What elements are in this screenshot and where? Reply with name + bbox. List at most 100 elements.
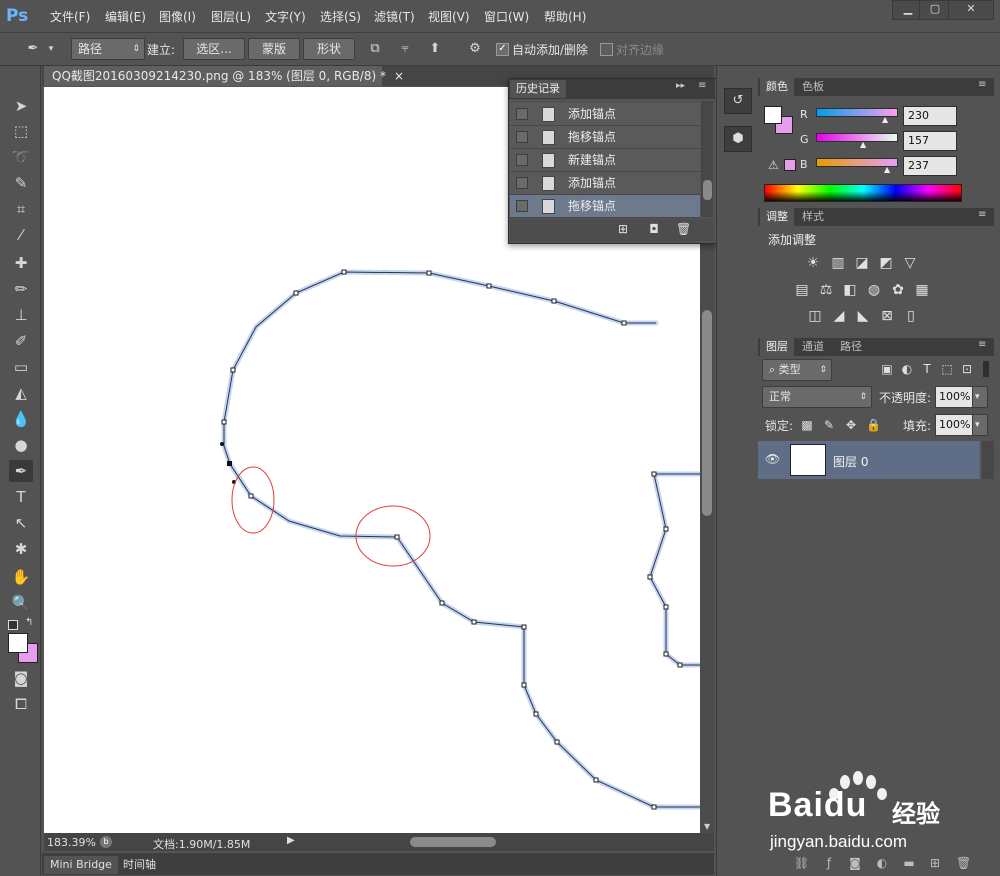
menu-help[interactable]: 帮助(H)	[544, 8, 586, 26]
panel-menu-icon[interactable]: ≡	[698, 80, 706, 91]
marquee-tool-icon[interactable]: ⬚	[9, 120, 33, 142]
slider-b-thumb[interactable]: ▲	[884, 165, 890, 174]
filter-smart-object-icon[interactable]: ⊡	[960, 362, 974, 376]
color-lookup-icon[interactable]: ▦	[913, 282, 931, 298]
zoom-level[interactable]: 183.39%	[47, 836, 96, 849]
gamut-color-chip[interactable]	[784, 159, 796, 171]
brush-tool-icon[interactable]: ✏	[9, 278, 33, 300]
quick-select-tool-icon[interactable]: ✎	[9, 172, 33, 194]
tab-layers[interactable]: 图层	[760, 338, 794, 356]
close-tab-icon[interactable]: ×	[394, 69, 404, 83]
tab-mini-bridge[interactable]: Mini Bridge	[44, 856, 118, 874]
delete-layer-icon[interactable]: 🗑	[956, 856, 971, 870]
selective-color-icon[interactable]: ⊠	[878, 308, 896, 324]
default-colors-icon[interactable]	[8, 620, 18, 630]
lock-all-icon[interactable]: 🔒	[866, 418, 881, 432]
pen-tool-preset-icon[interactable]: ✒	[24, 40, 42, 58]
screen-mode-icon[interactable]: ⧠	[9, 693, 33, 715]
value-g[interactable]: 157	[903, 131, 957, 151]
custom-shape-tool-icon[interactable]: ✱	[9, 538, 33, 560]
status-info-icon[interactable]: b	[100, 836, 112, 848]
trash-icon[interactable]: 🗑	[676, 222, 691, 236]
history-item[interactable]: 添加锚点	[510, 103, 700, 126]
levels-icon[interactable]: ▥	[829, 255, 847, 271]
maximize-icon[interactable]: ▢	[919, 0, 951, 20]
eyedropper-tool-icon[interactable]: ⁄	[9, 224, 33, 246]
history-brush-tool-icon[interactable]: ✐	[9, 330, 33, 352]
history-panel-title[interactable]: 历史记录	[510, 80, 566, 98]
stamp-tool-icon[interactable]: ⊥	[9, 304, 33, 326]
value-r[interactable]: 230	[903, 106, 957, 126]
path-arrangement-icon[interactable]: ⬆	[426, 40, 444, 58]
new-document-from-state-icon[interactable]: ⊞	[616, 222, 630, 236]
opacity-dropdown-icon[interactable]: ▾	[972, 386, 988, 408]
photo-filter-icon[interactable]: ◍	[865, 282, 883, 298]
layer-name[interactable]: 图层 0	[833, 453, 868, 470]
vibrance-icon[interactable]: ▽	[901, 255, 919, 271]
layers-scrollbar[interactable]	[982, 441, 994, 479]
camera-icon[interactable]: ◘	[647, 222, 661, 236]
filter-shape-icon[interactable]: ⬚	[940, 362, 954, 376]
link-layers-icon[interactable]: ⛓	[794, 856, 809, 870]
lasso-tool-icon[interactable]: ➰	[9, 146, 33, 168]
menu-image[interactable]: 图像(I)	[159, 8, 196, 26]
tab-swatches[interactable]: 色板	[796, 78, 830, 96]
history-scroll-thumb[interactable]	[703, 180, 712, 200]
menu-select[interactable]: 选择(S)	[320, 8, 361, 26]
quick-mask-icon[interactable]: ◙	[9, 667, 33, 689]
fill-input[interactable]: 100%	[935, 414, 976, 436]
brightness-icon[interactable]: ☀	[804, 255, 822, 271]
add-mask-icon[interactable]: ◙	[848, 856, 862, 870]
new-group-icon[interactable]: ▬	[902, 856, 916, 870]
tab-adjustments[interactable]: 调整	[760, 208, 794, 226]
horizontal-scroll-thumb[interactable]	[410, 837, 496, 847]
color-spectrum-bar[interactable]	[764, 184, 962, 202]
healing-brush-tool-icon[interactable]: ✚	[9, 252, 33, 274]
layer-thumbnail[interactable]	[790, 444, 826, 476]
snapshot-checkbox[interactable]	[516, 200, 528, 212]
lock-transparent-icon[interactable]: ▩	[800, 418, 814, 432]
fill-dropdown-icon[interactable]: ▾	[972, 414, 988, 436]
scroll-down-icon[interactable]: ▼	[704, 822, 710, 831]
swap-colors-icon[interactable]: ↰	[25, 617, 33, 628]
crop-tool-icon[interactable]: ⌗	[9, 198, 33, 220]
black-white-icon[interactable]: ◧	[841, 282, 859, 298]
filter-type-icon[interactable]: T	[920, 362, 934, 376]
snapshot-checkbox[interactable]	[516, 108, 528, 120]
history-item[interactable]: 添加锚点	[510, 172, 700, 195]
panel-menu-icon[interactable]: ≡	[978, 209, 986, 220]
move-tool-icon[interactable]: ➤	[9, 95, 33, 117]
chevron-down-icon[interactable]: ▾	[46, 40, 56, 58]
vertical-scroll-thumb[interactable]	[702, 310, 712, 516]
selection-button[interactable]: 选区...	[183, 38, 245, 60]
menu-type[interactable]: 文字(Y)	[265, 8, 306, 26]
gear-icon[interactable]: ⚙	[466, 40, 484, 58]
auto-add-delete-checkbox[interactable]: ✓	[496, 43, 509, 56]
panel-collapse-icon[interactable]: ▸▸	[676, 81, 685, 91]
posterize-icon[interactable]: ◢	[830, 308, 848, 324]
menu-view[interactable]: 视图(V)	[428, 8, 470, 26]
document-tab[interactable]: QQ截图20160309214230.png @ 183% (图层 0, RGB…	[44, 66, 404, 86]
fx-icon[interactable]: ƒ	[822, 856, 836, 870]
menu-layer[interactable]: 图层(L)	[211, 8, 251, 26]
opacity-input[interactable]: 100%	[935, 386, 976, 408]
paint-bucket-tool-icon[interactable]: ◭	[9, 382, 33, 404]
foreground-color-swatch[interactable]	[8, 633, 28, 653]
snapshot-checkbox[interactable]	[516, 154, 528, 166]
gradient-map-icon[interactable]: ▯	[902, 308, 920, 324]
tab-paths[interactable]: 路径	[834, 338, 868, 356]
warning-triangle-icon[interactable]: ⚠	[768, 158, 779, 172]
eye-icon[interactable]: 👁	[765, 452, 780, 466]
tab-styles[interactable]: 样式	[796, 208, 830, 226]
snapshot-checkbox[interactable]	[516, 131, 528, 143]
history-item[interactable]: 拖移锚点	[510, 126, 700, 149]
path-mode-select[interactable]: 路径 ⇕	[71, 38, 145, 60]
pen-tool-icon[interactable]: ✒	[9, 460, 33, 482]
filter-adjustment-icon[interactable]: ◐	[900, 362, 914, 376]
exposure-icon[interactable]: ◩	[877, 255, 895, 271]
lock-position-icon[interactable]: ✥	[844, 418, 858, 432]
slider-r-thumb[interactable]: ▲	[882, 115, 888, 124]
filter-toggle[interactable]	[983, 361, 989, 377]
lock-pixels-icon[interactable]: ✎	[822, 418, 836, 432]
menu-file[interactable]: 文件(F)	[50, 8, 90, 26]
